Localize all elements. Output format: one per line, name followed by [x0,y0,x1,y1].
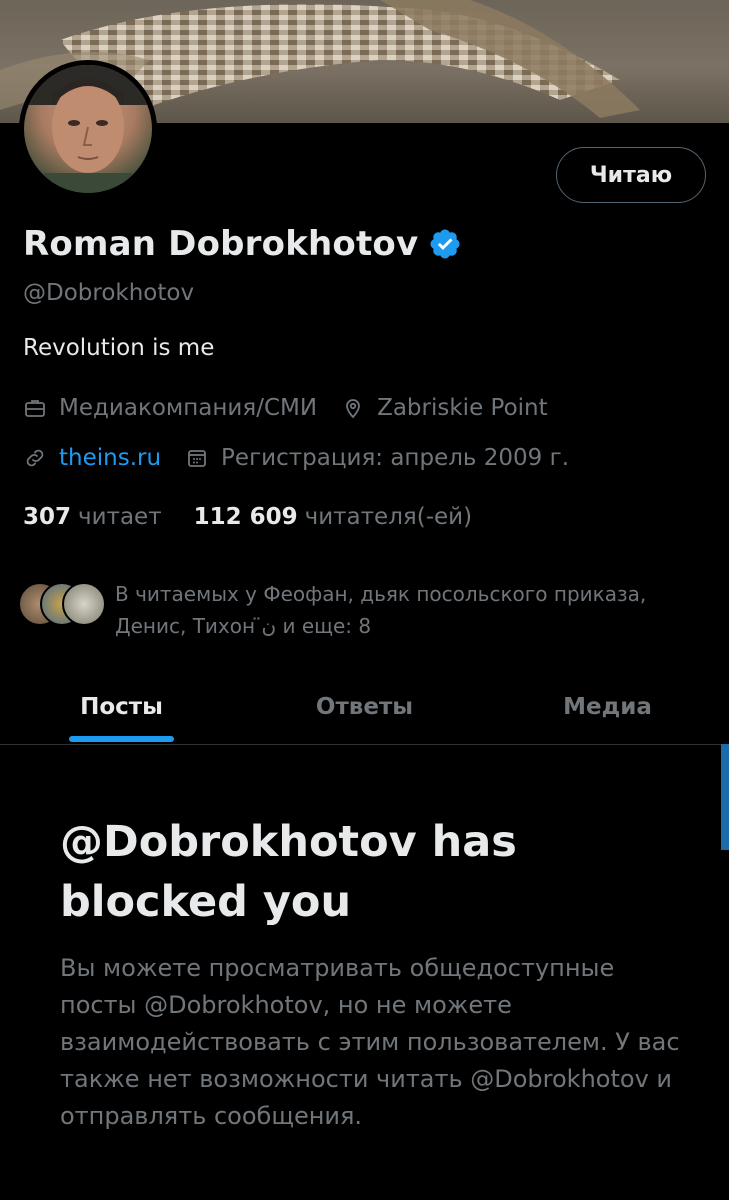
tab-media[interactable]: Медиа [486,670,729,744]
profile-location: Zabriskie Point [341,395,548,421]
profile-meta-row-2: theins.ru Регистрация: апрель 2009 г. [23,445,593,471]
followers-you-know-text[interactable]: В читаемых у Феофан, дьяк посольского пр… [115,578,715,642]
profile-meta-row-1: Медиакомпания/СМИ Zabriskie Point [23,395,572,421]
scrollbar[interactable] [721,744,729,850]
blocked-title: @Dobrokhotov has blocked you [60,817,517,927]
following-count: 307 [23,504,72,530]
verified-badge-icon[interactable] [428,227,462,261]
profile-bio: Revolution is me [23,335,215,361]
following-button[interactable]: Читаю [556,147,706,203]
tab-posts[interactable]: Посты [0,670,243,744]
profile-tabs: Посты Ответы Медиа [0,670,729,745]
location-pin-icon [346,399,360,419]
profile-name: Roman Dobrokhotov [23,224,419,264]
blocked-message: Вы можете просматривать общедоступные по… [60,954,680,1130]
active-tab-indicator [69,736,174,742]
profile-name-row: Roman Dobrokhotov [23,224,462,264]
tab-replies[interactable]: Ответы [243,670,486,744]
followers-you-know-line-1: В читаемых у Феофан, дьяк посольского пр… [115,582,647,606]
avatar-photo [24,65,152,193]
followers-you-know-line-2: Денис, Тихон ن̈ и еще: 8 [115,614,372,638]
profile-avatar[interactable] [19,60,157,198]
profile-website-link[interactable]: theins.ru [59,445,161,471]
followers-stat[interactable]: 112 609 читателя(-ей) [194,504,473,530]
profile-joined: Регистрация: апрель 2009 г. [185,445,569,471]
profile-stats: 307 читает 112 609 читателя(-ей) [23,504,472,530]
mini-avatar [62,582,106,626]
following-stat[interactable]: 307 читает [23,504,162,530]
profile-location-text: Zabriskie Point [377,395,548,421]
following-label: читает [78,504,162,530]
profile-category-text: Медиакомпания/СМИ [59,395,318,421]
followers-count: 112 609 [193,504,298,530]
link-icon [26,449,44,467]
followers-label: читателя(-ей) [304,504,473,530]
calendar-icon [188,450,206,467]
profile-category: Медиакомпания/СМИ [23,395,317,421]
profile-joined-text: Регистрация: апрель 2009 г. [221,445,570,471]
profile-website[interactable]: theins.ru [23,445,161,471]
profile-handle: @Dobrokhotov [23,280,195,306]
briefcase-icon [25,400,45,417]
